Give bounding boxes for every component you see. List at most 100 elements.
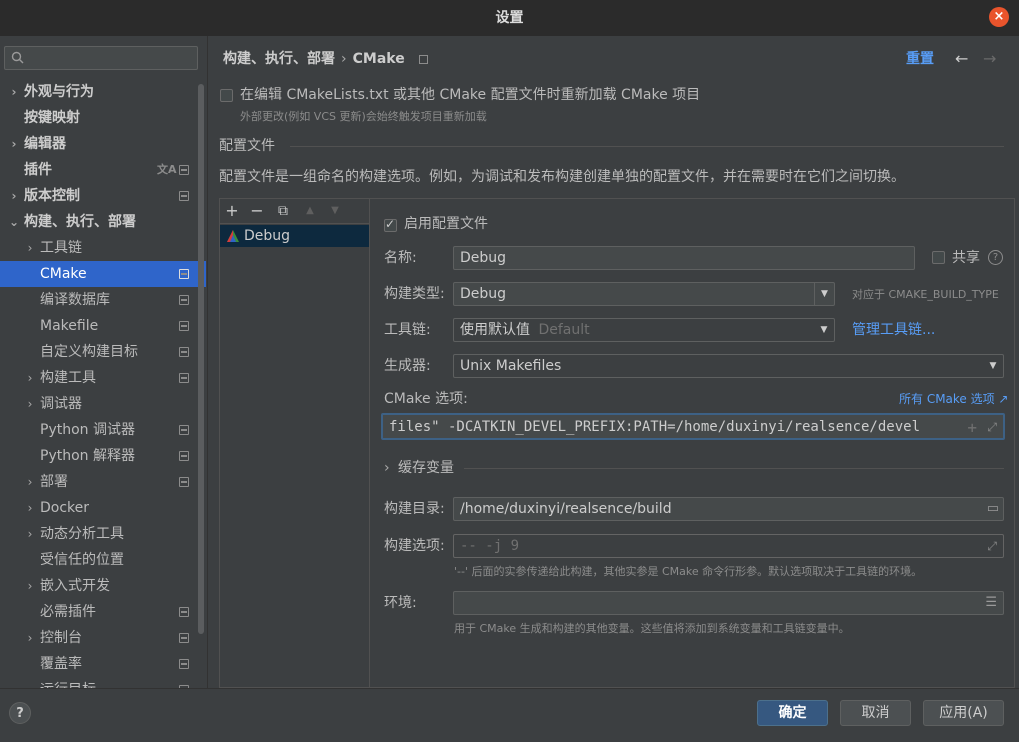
sidebar-item-version-control[interactable]: › 版本控制 <box>0 183 206 209</box>
sidebar-item-compilation-database[interactable]: 编译数据库 <box>0 287 206 313</box>
chevron-right-icon[interactable]: › <box>24 235 36 261</box>
sidebar-item-build-execution-deployment[interactable]: ⌄ 构建、执行、部署 <box>0 209 206 235</box>
help-button[interactable]: ? <box>9 702 31 724</box>
chevron-down-icon[interactable]: ▼ <box>983 355 1003 377</box>
sidebar-item-makefile[interactable]: Makefile <box>0 313 206 339</box>
sidebar-item-label: Docker <box>40 500 90 516</box>
folder-icon[interactable]: ▭ <box>987 498 999 520</box>
apply-button[interactable]: 应用(A) <box>923 700 1004 726</box>
sidebar-item-docker[interactable]: › Docker <box>0 495 206 521</box>
project-scope-icon <box>179 659 189 669</box>
chevron-right-icon[interactable]: › <box>24 391 36 417</box>
sidebar-item-label: 控制台 <box>40 630 82 646</box>
reload-label: 在编辑 CMakeLists.txt 或其他 CMake 配置文件时重新加载 C… <box>240 87 701 103</box>
back-arrow-icon[interactable]: ← <box>955 48 968 70</box>
search-input[interactable] <box>4 46 198 70</box>
sidebar-scrollbar[interactable] <box>198 84 204 634</box>
toolchain-label: 工具链: <box>384 322 431 338</box>
build-options-placeholder: -- -j 9 <box>460 538 520 554</box>
sidebar-item-dynamic-analysis-tools[interactable]: › 动态分析工具 <box>0 521 206 547</box>
build-options-field[interactable]: -- -j 9 ⤢ <box>453 534 1004 558</box>
breadcrumb-current: CMake <box>352 51 405 67</box>
sidebar-item-deployment[interactable]: › 部署 <box>0 469 206 495</box>
chevron-right-icon[interactable]: › <box>24 469 36 495</box>
sidebar-item-label: Python 解释器 <box>40 448 135 464</box>
chevron-right-icon[interactable]: › <box>24 495 36 521</box>
chevron-right-icon[interactable]: › <box>8 183 20 209</box>
build-options-hint: '--' 后面的实参传递给此构建，其他实参是 CMake 命令行形参。默认选项取… <box>454 565 923 578</box>
chevron-right-icon[interactable]: › <box>24 365 36 391</box>
all-cmake-options-link[interactable]: 所有 CMake 选项 ↗ <box>899 391 1009 407</box>
search-icon <box>11 51 24 64</box>
expand-icon[interactable]: ⤢ <box>987 535 997 557</box>
close-icon[interactable]: × <box>989 7 1009 27</box>
sidebar-item-python-interpreter[interactable]: Python 解释器 <box>0 443 206 469</box>
chevron-right-icon[interactable]: › <box>24 521 36 547</box>
reset-link[interactable]: 重置 <box>906 48 934 70</box>
profile-name: Debug <box>244 228 291 244</box>
remove-profile-button[interactable]: − <box>247 198 267 224</box>
project-scope-icon <box>179 451 189 461</box>
build-dir-value: /home/duxinyi/realsence/build <box>460 501 672 517</box>
chevron-down-icon[interactable]: ▼ <box>814 283 834 305</box>
profile-list-item[interactable]: Debug <box>220 225 369 247</box>
share-checkbox[interactable] <box>932 251 945 264</box>
toolchain-combo[interactable]: 使用默认值 Default ▼ <box>453 318 835 342</box>
chevron-right-icon[interactable]: › <box>24 573 36 599</box>
chevron-right-icon[interactable]: › <box>8 79 20 105</box>
settings-sidebar: › 外观与行为 按键映射 › 编辑器 插件 文A › 版本控制 ⌄ 构建、执行、部署 › 工具链 CMak… <box>0 36 207 688</box>
plus-icon[interactable]: + <box>967 415 977 438</box>
env-field[interactable]: ☰ <box>453 591 1004 615</box>
name-field[interactable]: Debug <box>453 246 915 270</box>
sidebar-item-cmake[interactable]: CMake <box>0 261 206 287</box>
cancel-button[interactable]: 取消 <box>840 700 911 726</box>
sidebar-item-run-targets[interactable]: 运行目标 <box>0 677 206 688</box>
sidebar-item-embedded-development[interactable]: › 嵌入式开发 <box>0 573 206 599</box>
sidebar-item-console[interactable]: › 控制台 <box>0 625 206 651</box>
sidebar-item-label: Python 调试器 <box>40 422 135 438</box>
sidebar-item-debugger[interactable]: › 调试器 <box>0 391 206 417</box>
expand-icon[interactable]: ⤢ <box>987 415 997 438</box>
project-scope-icon <box>179 633 189 643</box>
chevron-right-icon[interactable]: › <box>384 458 390 478</box>
build-dir-field[interactable]: /home/duxinyi/realsence/build ▭ <box>453 497 1004 521</box>
sidebar-item-appearance[interactable]: › 外观与行为 <box>0 79 206 105</box>
generator-combo[interactable]: Unix Makefiles ▼ <box>453 354 1004 378</box>
cmake-options-field[interactable]: files" -DCATKIN_DEVEL_PREFIX:PATH=/home/… <box>381 413 1005 440</box>
cmake-options-value: files" -DCATKIN_DEVEL_PREFIX:PATH=/home/… <box>389 419 921 435</box>
sidebar-item-editor[interactable]: › 编辑器 <box>0 131 206 157</box>
sidebar-item-python-debugger[interactable]: Python 调试器 <box>0 417 206 443</box>
cache-vars-label[interactable]: 缓存变量 <box>398 458 454 478</box>
copy-profile-button[interactable]: ⧉ <box>273 198 293 224</box>
build-type-combo[interactable]: Debug ▼ <box>453 282 835 306</box>
list-icon[interactable]: ☰ <box>985 592 997 614</box>
enable-profile-checkbox[interactable] <box>384 217 397 232</box>
chevron-right-icon[interactable]: › <box>24 625 36 651</box>
reload-checkbox[interactable] <box>220 89 233 102</box>
sidebar-item-toolchains[interactable]: › 工具链 <box>0 235 206 261</box>
sidebar-item-keymap[interactable]: 按键映射 <box>0 105 206 131</box>
add-profile-button[interactable]: + <box>222 198 242 224</box>
chevron-down-icon[interactable]: ▼ <box>814 319 834 341</box>
help-circle-icon[interactable]: ? <box>988 250 1003 265</box>
cmake-options-label: CMake 选项: <box>384 391 468 407</box>
chevron-right-icon[interactable]: › <box>8 131 20 157</box>
project-scope-icon <box>179 191 189 201</box>
sidebar-item-build-tools[interactable]: › 构建工具 <box>0 365 206 391</box>
ok-button[interactable]: 确定 <box>757 700 828 726</box>
sidebar-item-required-plugins[interactable]: 必需插件 <box>0 599 206 625</box>
sidebar-item-trusted-locations[interactable]: 受信任的位置 <box>0 547 206 573</box>
project-scope-icon <box>179 165 189 175</box>
sidebar-item-label: 自定义构建目标 <box>40 344 138 360</box>
sidebar-item-coverage[interactable]: 覆盖率 <box>0 651 206 677</box>
sidebar-item-plugins[interactable]: 插件 文A <box>0 157 206 183</box>
sidebar-item-custom-build-targets[interactable]: 自定义构建目标 <box>0 339 206 365</box>
move-down-button[interactable]: ▼ <box>325 198 345 224</box>
move-up-button[interactable]: ▲ <box>300 198 320 224</box>
chevron-down-icon[interactable]: ⌄ <box>8 209 20 235</box>
forward-arrow-icon[interactable]: → <box>983 48 996 70</box>
share-label: 共享 <box>952 250 980 266</box>
manage-toolchains-link[interactable]: 管理工具链... <box>852 319 935 341</box>
breadcrumb-parent[interactable]: 构建、执行、部署 <box>223 51 335 67</box>
splitter[interactable] <box>207 36 208 688</box>
